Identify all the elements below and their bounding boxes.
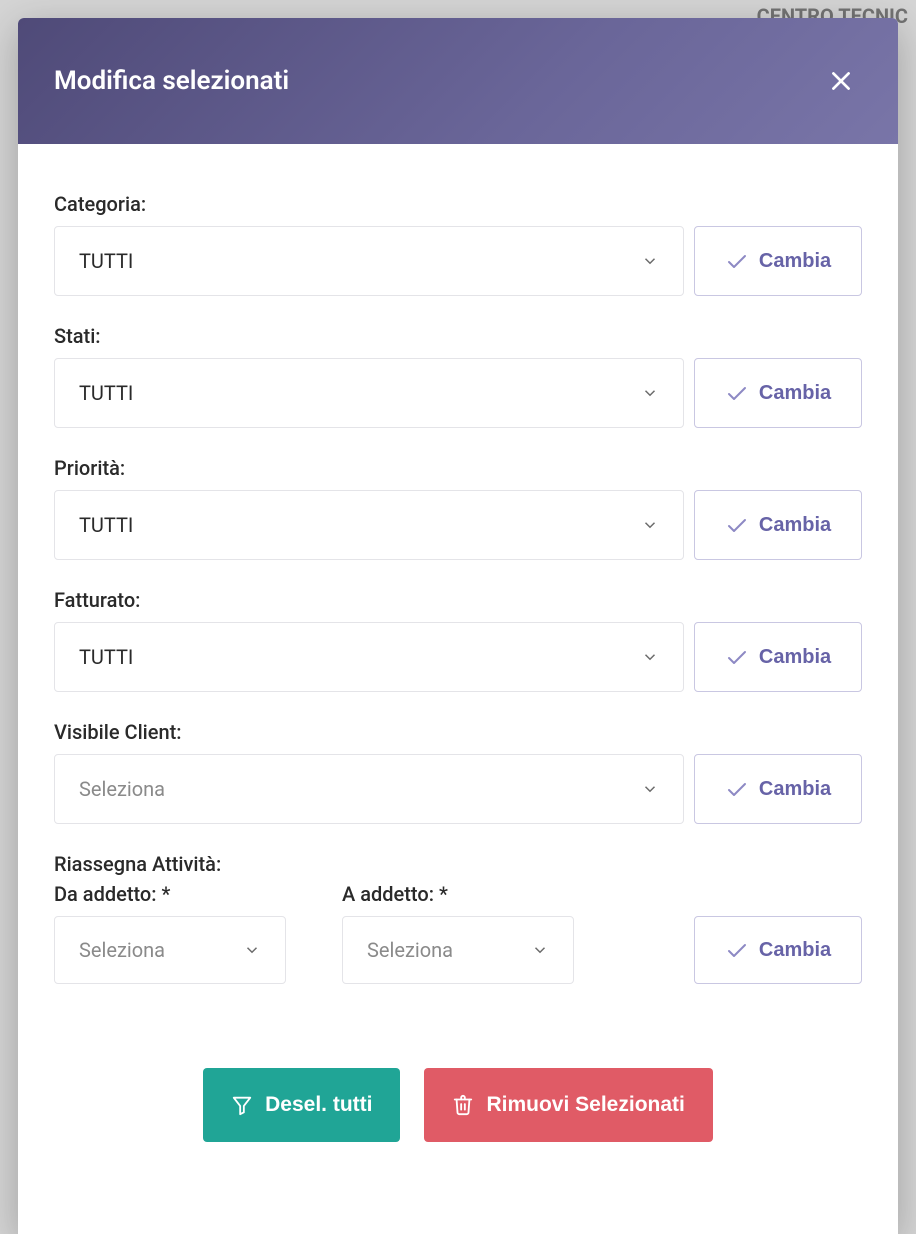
select-priorita[interactable]: TUTTI: [54, 490, 684, 560]
change-riassegna-button[interactable]: Cambia: [694, 916, 862, 984]
check-icon: [725, 938, 749, 962]
check-icon: [725, 513, 749, 537]
chevron-down-icon: [243, 941, 261, 959]
label-da-addetto: Da addetto: *: [54, 882, 286, 906]
field-visibile-client: Visibile Client: Seleziona Cambia: [54, 720, 862, 824]
field-label-visibile: Visibile Client:: [54, 720, 862, 744]
field-fatturato: Fatturato: TUTTI Cambia: [54, 588, 862, 692]
select-visibile-client[interactable]: Seleziona: [54, 754, 684, 824]
deselect-button-label: Desel. tutti: [265, 1093, 372, 1117]
chevron-down-icon: [531, 941, 549, 959]
modal-header: Modifica selezionati: [18, 18, 898, 144]
edit-selected-modal: Modifica selezionati Categoria: TUTTI Ca…: [18, 18, 898, 1234]
chevron-down-icon: [641, 516, 659, 534]
modal-title: Modifica selezionati: [54, 66, 289, 96]
change-button-label: Cambia: [759, 250, 831, 273]
close-icon: [828, 68, 854, 94]
select-value-stati: TUTTI: [79, 381, 133, 405]
field-label-priorita: Priorità:: [54, 456, 862, 480]
change-button-label: Cambia: [759, 939, 831, 962]
select-stati[interactable]: TUTTI: [54, 358, 684, 428]
change-priorita-button[interactable]: Cambia: [694, 490, 862, 560]
change-button-label: Cambia: [759, 514, 831, 537]
select-placeholder-da: Seleziona: [79, 938, 165, 962]
select-value-priorita: TUTTI: [79, 513, 133, 537]
field-stati: Stati: TUTTI Cambia: [54, 324, 862, 428]
select-value-categoria: TUTTI: [79, 249, 133, 273]
change-visibile-button[interactable]: Cambia: [694, 754, 862, 824]
check-icon: [725, 381, 749, 405]
select-placeholder-visibile: Seleziona: [79, 777, 165, 801]
field-categoria: Categoria: TUTTI Cambia: [54, 192, 862, 296]
modal-footer: Desel. tutti Rimuovi Selezionati: [54, 1012, 862, 1182]
field-label-stati: Stati:: [54, 324, 862, 348]
check-icon: [725, 249, 749, 273]
section-riassegna: Riassegna Attività: Da addetto: * A adde…: [54, 852, 862, 984]
remove-selected-button[interactable]: Rimuovi Selezionati: [424, 1068, 712, 1142]
check-icon: [725, 777, 749, 801]
field-label-categoria: Categoria:: [54, 192, 862, 216]
chevron-down-icon: [641, 252, 659, 270]
change-stati-button[interactable]: Cambia: [694, 358, 862, 428]
change-categoria-button[interactable]: Cambia: [694, 226, 862, 296]
select-placeholder-a: Seleziona: [367, 938, 453, 962]
change-fatturato-button[interactable]: Cambia: [694, 622, 862, 692]
remove-button-label: Rimuovi Selezionati: [486, 1093, 684, 1117]
section-title-riassegna: Riassegna Attività:: [54, 852, 862, 876]
modal-body: Categoria: TUTTI Cambia Stati: TUTTI: [18, 144, 898, 1234]
chevron-down-icon: [641, 780, 659, 798]
check-icon: [725, 645, 749, 669]
select-a-addetto[interactable]: Seleziona: [342, 916, 574, 984]
filter-icon: [231, 1094, 253, 1116]
change-button-label: Cambia: [759, 646, 831, 669]
deselect-all-button[interactable]: Desel. tutti: [203, 1068, 400, 1142]
chevron-down-icon: [641, 648, 659, 666]
change-button-label: Cambia: [759, 382, 831, 405]
close-button[interactable]: [820, 60, 862, 102]
trash-icon: [452, 1094, 474, 1116]
select-value-fatturato: TUTTI: [79, 645, 133, 669]
change-button-label: Cambia: [759, 778, 831, 801]
field-priorita: Priorità: TUTTI Cambia: [54, 456, 862, 560]
field-label-fatturato: Fatturato:: [54, 588, 862, 612]
chevron-down-icon: [641, 384, 659, 402]
select-fatturato[interactable]: TUTTI: [54, 622, 684, 692]
select-categoria[interactable]: TUTTI: [54, 226, 684, 296]
label-a-addetto: A addetto: *: [342, 882, 574, 906]
select-da-addetto[interactable]: Seleziona: [54, 916, 286, 984]
